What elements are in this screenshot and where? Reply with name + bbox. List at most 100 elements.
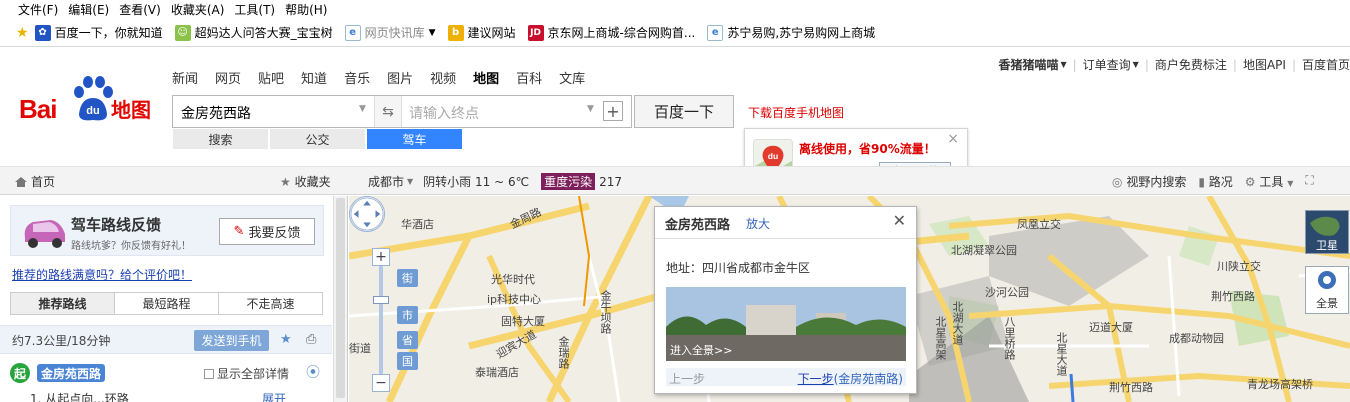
paw-logo-icon: du xyxy=(74,76,113,121)
fav-webslice[interactable]: e 网页快讯库 ▼ xyxy=(344,24,436,41)
feedback-button[interactable]: ✎ 我要反馈 xyxy=(219,218,315,245)
search-button[interactable]: 百度一下 xyxy=(634,95,734,128)
baidu-map-logo[interactable]: Bai du 地图 xyxy=(19,74,159,124)
satellite-button[interactable]: 卫星 xyxy=(1305,210,1349,254)
close-icon[interactable]: × xyxy=(947,131,959,147)
nav-news[interactable]: 新闻 xyxy=(172,68,198,87)
swap-icon[interactable]: ⇆ xyxy=(374,96,402,127)
username[interactable]: 香猪猪喵喵 xyxy=(998,56,1058,73)
babytree-icon: ☺ xyxy=(174,24,191,41)
street-view-thumbnail[interactable]: 进入全景>> xyxy=(666,287,906,361)
nav-music[interactable]: 音乐 xyxy=(344,68,370,87)
send-to-phone-button[interactable]: 发送到手机 xyxy=(194,330,269,351)
merchant-link[interactable]: 商户免费标注 xyxy=(1155,56,1227,73)
panorama-button[interactable]: 全景 xyxy=(1305,266,1349,314)
checkbox[interactable] xyxy=(204,368,214,379)
satellite-label: 卫星 xyxy=(1316,239,1338,252)
pan-control[interactable] xyxy=(349,196,385,232)
orders-link[interactable]: 订单查询 xyxy=(1083,56,1131,73)
map-label: 成都动物园 xyxy=(1169,332,1224,345)
tab-shortest[interactable]: 最短路程 xyxy=(114,292,219,315)
fav-suning[interactable]: e 苏宁易购,苏宁易购网上商城 xyxy=(707,24,875,41)
tab-search[interactable]: 搜索 xyxy=(172,128,269,150)
nav-zhidao[interactable]: 知道 xyxy=(301,68,327,87)
chevron-down-icon[interactable]: ▼ xyxy=(407,177,413,186)
scrollbar-thumb[interactable] xyxy=(336,198,345,398)
chevron-down-icon[interactable]: ▼ xyxy=(1133,60,1139,69)
zoom-level-street[interactable]: 街 xyxy=(397,269,418,287)
nav-video[interactable]: 视频 xyxy=(430,68,456,87)
download-mobile-link[interactable]: 下载百度手机地图 xyxy=(748,104,844,121)
zoom-slider[interactable] xyxy=(373,296,389,304)
fav-jd[interactable]: JD 京东网上商城-综合网购首... xyxy=(527,24,695,41)
fav-suggested[interactable]: b 建议网站 xyxy=(447,24,516,41)
dropdown-arrow-icon[interactable]: ▼ xyxy=(429,28,436,38)
paw-icon: ✿ xyxy=(34,24,51,41)
route-summary: 约7.3公里/18分钟 发送到手机 ★ ⎙ xyxy=(0,325,332,354)
menu-edit[interactable]: 编辑(E) xyxy=(68,1,117,18)
start-name[interactable]: 金房苑西路 xyxy=(37,364,106,382)
location-pin-icon[interactable]: ⦿ xyxy=(306,362,320,382)
map-label: 泰瑞酒店 xyxy=(475,366,519,379)
baidu-home-link[interactable]: 百度首页 xyxy=(1302,56,1350,73)
info-window: 金房苑西路 放大 ✕ 地址：四川省成都市金牛区 进入全景>> 上一步 下一步(金… xyxy=(654,206,917,394)
start-dropdown-icon[interactable]: ▼ xyxy=(359,104,366,114)
tab-drive[interactable]: 驾车 xyxy=(366,128,463,150)
menu-view[interactable]: 查看(V) xyxy=(119,1,169,18)
prev-step-button[interactable]: 上一步 xyxy=(669,370,705,387)
route-step[interactable]: 1. 从起点向...环路 展开 xyxy=(30,390,286,402)
traffic-button[interactable]: ▮ 路况 xyxy=(1198,173,1232,190)
next-step-button[interactable]: 下一步(金房苑南路) xyxy=(798,370,903,387)
add-waypoint-button[interactable]: + xyxy=(603,101,623,121)
menu-favorites[interactable]: 收藏夹(A) xyxy=(171,1,233,18)
nav-tieba[interactable]: 贴吧 xyxy=(258,68,284,87)
fav-baidu[interactable]: ✿ 百度一下，你就知道 xyxy=(34,24,163,41)
nav-baike[interactable]: 百科 xyxy=(516,68,542,87)
zoom-level-province[interactable]: 省 xyxy=(397,331,418,349)
tab-no-highway[interactable]: 不走高速 xyxy=(218,292,323,315)
feedback-subtitle: 路线坑爹？你反馈有好礼！ xyxy=(71,241,191,252)
menu-file[interactable]: 文件(F) xyxy=(18,1,66,18)
map-label: 迈道大厦 xyxy=(1089,321,1133,334)
end-input[interactable]: 请输入终点 xyxy=(405,96,595,127)
zoom-in-link[interactable]: 放大 xyxy=(746,215,770,232)
zoom-rail[interactable] xyxy=(379,266,383,378)
star-icon: ★ xyxy=(280,175,291,189)
favorites-button[interactable]: ★ 收藏夹 xyxy=(280,173,331,190)
search-in-view-button[interactable]: ◎ 视野内搜索 xyxy=(1112,173,1186,190)
zoom-level-country[interactable]: 国 xyxy=(397,352,418,370)
close-icon[interactable]: ✕ xyxy=(893,211,906,230)
fav-babytree[interactable]: ☺ 超妈达人问答大赛_宝宝树 xyxy=(174,24,333,41)
api-link[interactable]: 地图API xyxy=(1243,56,1286,73)
tab-transit[interactable]: 公交 xyxy=(269,128,366,150)
expand-link[interactable]: 展开 xyxy=(262,390,286,402)
favorites-star-icon[interactable]: ★ xyxy=(16,25,29,41)
nav-wenku[interactable]: 文库 xyxy=(559,68,585,87)
fullscreen-icon[interactable]: ⛶ xyxy=(1305,173,1313,190)
nav-images[interactable]: 图片 xyxy=(387,68,413,87)
map-label: 川陕立交 xyxy=(1217,260,1261,273)
enter-panorama-link[interactable]: 进入全景>> xyxy=(670,342,732,358)
tab-recommended[interactable]: 推荐路线 xyxy=(10,292,115,315)
menu-tools[interactable]: 工具(T) xyxy=(234,1,283,18)
end-dropdown-icon[interactable]: ▼ xyxy=(587,104,594,114)
print-icon[interactable]: ⎙ xyxy=(306,332,316,347)
city-selector[interactable]: 成都市 xyxy=(368,173,404,190)
panel-scrollbar[interactable] xyxy=(333,196,347,402)
chevron-down-icon[interactable]: ▼ xyxy=(1060,60,1066,69)
star-icon[interactable]: ★ xyxy=(280,332,292,347)
zoom-level-city[interactable]: 市 xyxy=(397,306,418,324)
rate-route-link[interactable]: 推荐的路线满意吗？给个评价吧！ xyxy=(12,266,192,283)
ie-icon: e xyxy=(707,24,724,41)
zoom-out-button[interactable]: − xyxy=(372,374,390,392)
nav-map[interactable]: 地图 xyxy=(473,68,499,87)
next-step-target: (金房苑南路) xyxy=(833,372,903,386)
nav-web[interactable]: 网页 xyxy=(215,68,241,87)
home-link[interactable]: 首页 xyxy=(14,173,55,190)
product-nav: 新闻 网页 贴吧 知道 音乐 图片 视频 地图 百科 文库 xyxy=(172,68,602,87)
show-all-details[interactable]: 显示全部详情 xyxy=(204,365,289,382)
tools-button[interactable]: ⚙ 工具 ▼ xyxy=(1245,173,1294,190)
zoom-in-button[interactable]: + xyxy=(372,248,390,266)
menu-help[interactable]: 帮助(H) xyxy=(285,1,335,18)
start-input[interactable]: 金房苑西路 xyxy=(173,96,373,127)
